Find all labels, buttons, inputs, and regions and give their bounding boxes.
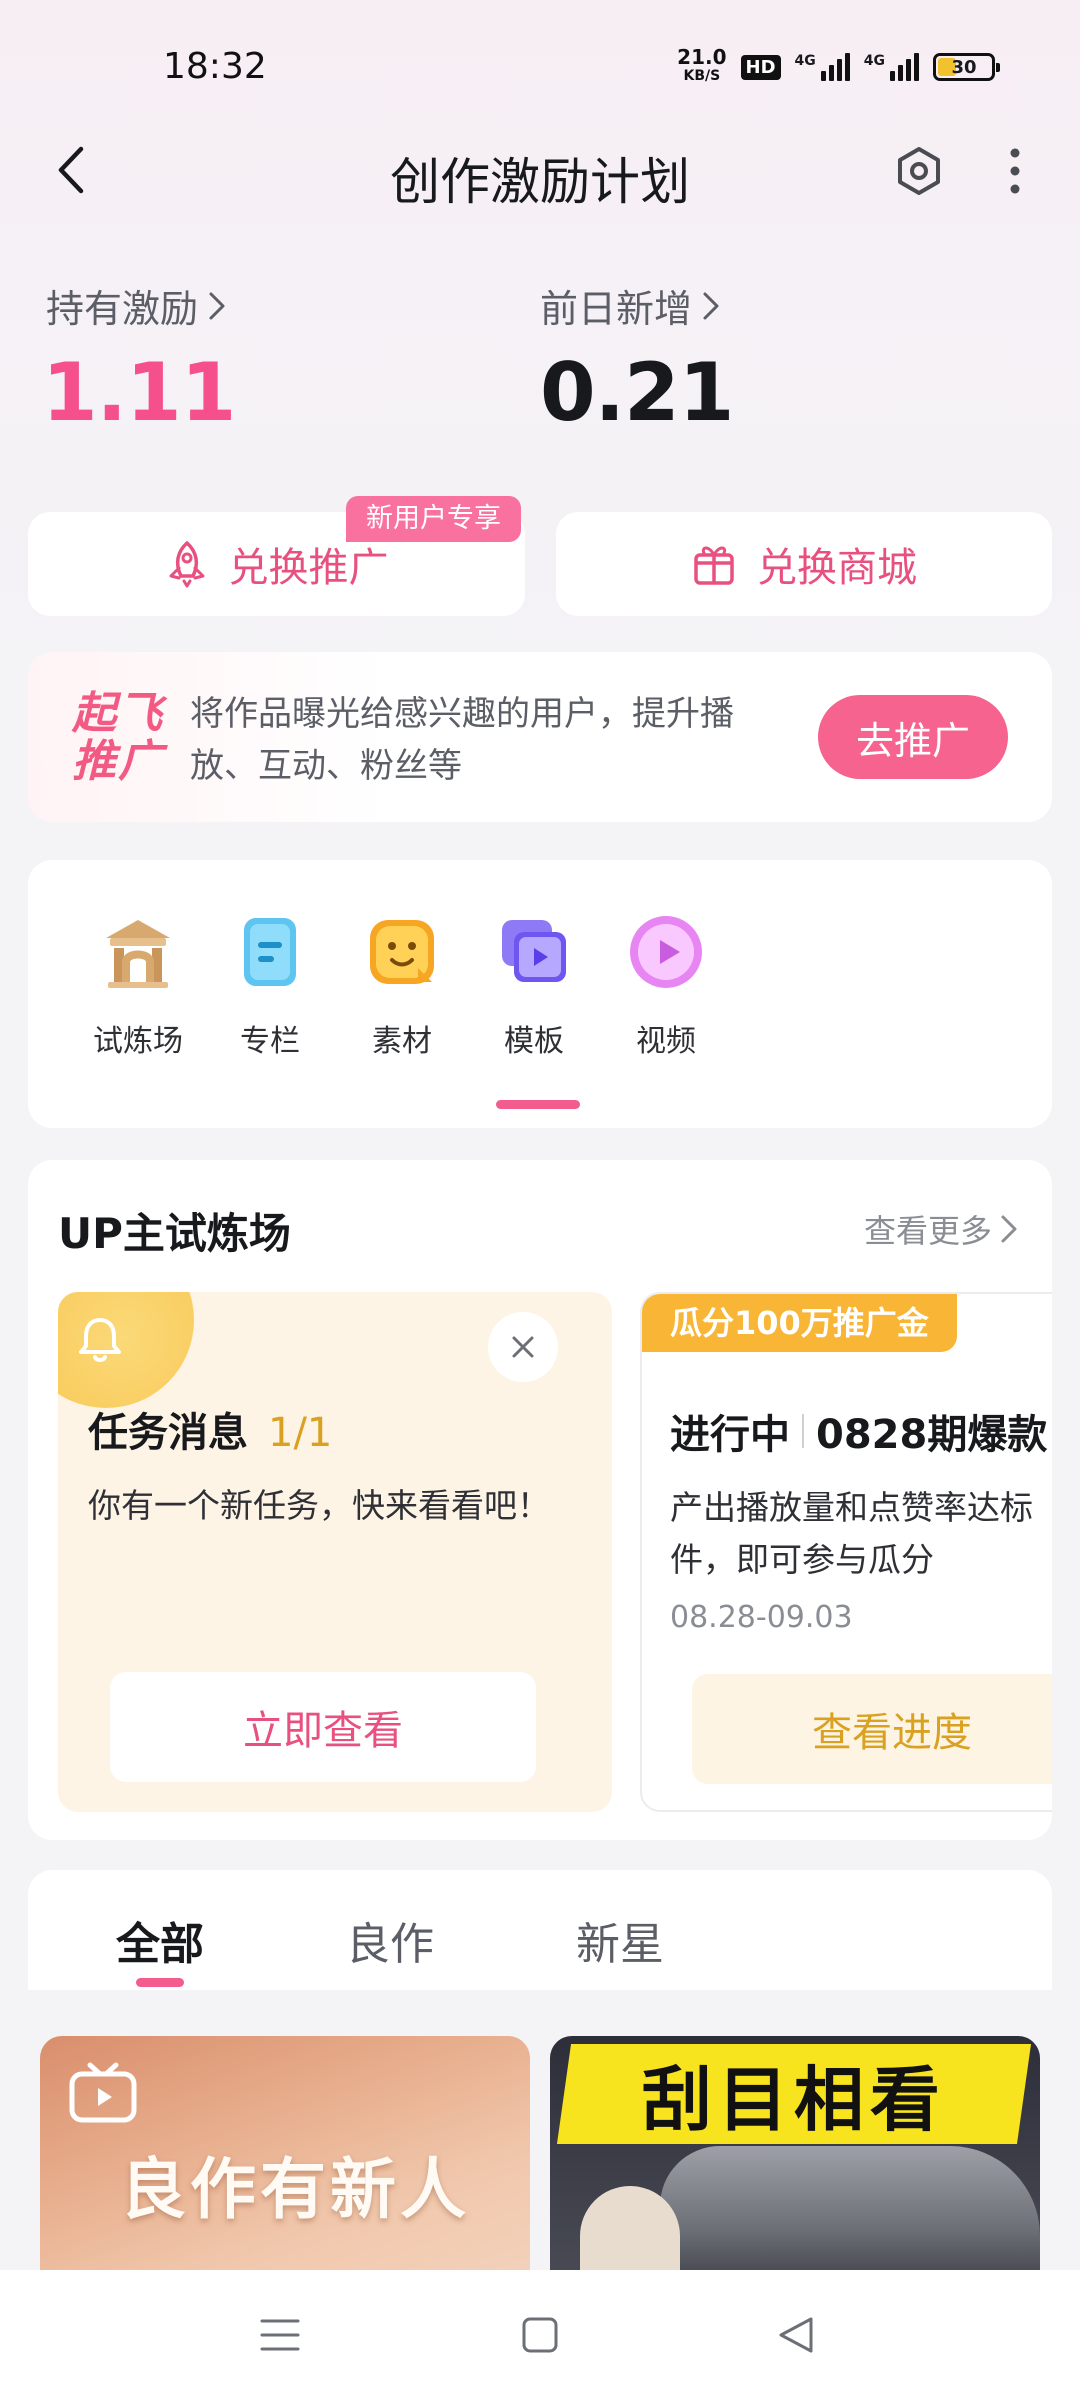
- takeoff-promotion-logo: 起飞 推广: [72, 690, 168, 786]
- feed-card[interactable]: 刮目相看: [550, 2036, 1040, 2286]
- held-incentive-link[interactable]: 持有激励: [46, 278, 226, 333]
- status-time: 18:32: [163, 46, 267, 87]
- new-user-badge: 新用户专享: [346, 496, 521, 542]
- task-title: 任务消息 1/1: [88, 1400, 332, 1458]
- network-speed-value: 21.0: [677, 45, 727, 69]
- feed-card-banner: 刮目相看: [556, 2044, 1032, 2144]
- triangle-back-icon: [779, 2317, 813, 2353]
- exchange-promotion-label: 兑换推广: [228, 545, 389, 591]
- rocket-icon: [169, 541, 204, 588]
- settings-button[interactable]: [888, 140, 950, 202]
- prev-day-increase-link[interactable]: 前日新增: [540, 278, 720, 333]
- gear-icon: [898, 147, 940, 195]
- car-image: [660, 2146, 1040, 2286]
- task-count: 1/1: [268, 1410, 333, 1456]
- network-speed-unit: KB/S: [683, 68, 721, 84]
- chevron-right-icon: [209, 292, 225, 319]
- promotion-description: 将作品曝光给感兴趣的用户，提升播放、互动、粉丝等: [190, 694, 734, 786]
- signal-icon-2: 4G: [864, 53, 919, 81]
- prev-day-increase-label: 前日新增: [540, 287, 693, 331]
- feed-card[interactable]: 良作有新人: [40, 2036, 530, 2286]
- up-trial-section: UP主试炼场 查看更多 任务消息 1/1 你有一个新任务，快来看看吧！ 立即查看 …: [28, 1160, 1052, 1840]
- logo-line-2: 推广: [72, 736, 164, 787]
- chevron-right-icon: [1001, 1215, 1017, 1243]
- article-icon: [228, 910, 312, 994]
- status-icons: 21.0 KB/S HD 4G 4G 30: [677, 45, 1000, 86]
- battery-level: 30: [951, 56, 977, 78]
- event-card[interactable]: 瓜分100万推广金 进行中 0828期爆款 产出播放量和点赞率达标件，即可参与瓜…: [612, 1292, 1052, 1812]
- close-task-button[interactable]: [488, 1312, 558, 1382]
- event-badge: 瓜分100万推广金: [642, 1294, 957, 1352]
- feed-card-title: 刮目相看: [642, 2058, 946, 2141]
- tab-all[interactable]: 全部: [116, 1908, 204, 1972]
- category-article-label: 专栏: [240, 1024, 300, 1059]
- more-options-button[interactable]: [990, 140, 1040, 202]
- nav-menu-button[interactable]: [240, 2300, 320, 2370]
- network-speed: 21.0 KB/S: [677, 45, 727, 86]
- event-name: 0828期爆款: [816, 1412, 1048, 1458]
- nav-back-button[interactable]: [756, 2300, 836, 2370]
- see-more-link[interactable]: 查看更多: [864, 1206, 1018, 1252]
- go-promote-button[interactable]: 去推广: [818, 695, 1008, 779]
- signal-type-label: 4G: [794, 53, 816, 69]
- task-description: 你有一个新任务，快来看看吧！: [88, 1486, 550, 1525]
- section-title: UP主试炼场: [58, 1209, 291, 1258]
- tv-icon: [68, 2062, 138, 2128]
- category-material-label: 素材: [372, 1024, 432, 1059]
- promotion-banner[interactable]: 起飞 推广 将作品曝光给感兴趣的用户，提升播放、互动、粉丝等 去推广: [28, 652, 1052, 822]
- signal-icon: 4G: [795, 53, 850, 81]
- template-icon: [492, 910, 576, 994]
- sticker-icon: [360, 910, 444, 994]
- event-status: 进行中: [670, 1412, 790, 1458]
- category-active-indicator: [496, 1100, 580, 1109]
- held-incentive-value: 1.11: [42, 346, 236, 439]
- task-message-card[interactable]: 任务消息 1/1 你有一个新任务，快来看看吧！ 立即查看: [58, 1292, 612, 1812]
- arena-icon: [96, 910, 180, 994]
- event-description: 产出播放量和点赞率达标件，即可参与瓜分: [670, 1488, 1033, 1579]
- exchange-mall-button[interactable]: 兑换商城: [556, 512, 1052, 616]
- video-play-icon: [624, 910, 708, 994]
- chevron-right-icon: [703, 292, 719, 319]
- event-card-body: 瓜分100万推广金 进行中 0828期爆款 产出播放量和点赞率达标件，即可参与瓜…: [640, 1292, 1052, 1812]
- square-icon: [522, 2317, 558, 2353]
- category-video[interactable]: 视频: [586, 910, 746, 1060]
- bell-icon: [72, 1312, 128, 1372]
- menu-icon: [260, 2319, 300, 2351]
- gift-icon: [694, 546, 734, 585]
- battery-icon: 30: [933, 53, 1000, 81]
- divider: [802, 1414, 804, 1448]
- task-title-text: 任务消息: [88, 1410, 248, 1456]
- more-vertical-icon: [1010, 148, 1020, 194]
- tab-quality[interactable]: 良作: [346, 1908, 434, 1972]
- held-incentive-label: 持有激励: [46, 287, 199, 331]
- nav-home-button[interactable]: [500, 2300, 580, 2370]
- tab-active-indicator: [136, 1978, 184, 1987]
- view-progress-button[interactable]: 查看进度: [692, 1674, 1052, 1784]
- category-video-label: 视频: [636, 1024, 696, 1059]
- category-grid: 试炼场 专栏 素材 模板 视频: [28, 860, 1052, 1128]
- feed-card-title: 良作有新人: [120, 2151, 470, 2228]
- close-icon: [512, 1336, 534, 1358]
- see-more-label: 查看更多: [863, 1212, 992, 1250]
- logo-line-1: 起飞: [72, 688, 164, 739]
- event-date: 08.28-09.03: [670, 1600, 853, 1635]
- hd-icon: HD: [740, 54, 781, 80]
- view-now-button[interactable]: 立即查看: [110, 1672, 536, 1782]
- category-template-label: 模板: [504, 1024, 564, 1059]
- prev-day-increase-value: 0.21: [540, 346, 734, 439]
- exchange-mall-label: 兑换商城: [757, 545, 917, 591]
- event-status-row: 进行中 0828期爆款: [670, 1402, 1047, 1460]
- category-arena-label: 试炼场: [93, 1024, 183, 1059]
- signal-type-label-2: 4G: [863, 53, 885, 69]
- tab-rising-star[interactable]: 新星: [576, 1908, 664, 1972]
